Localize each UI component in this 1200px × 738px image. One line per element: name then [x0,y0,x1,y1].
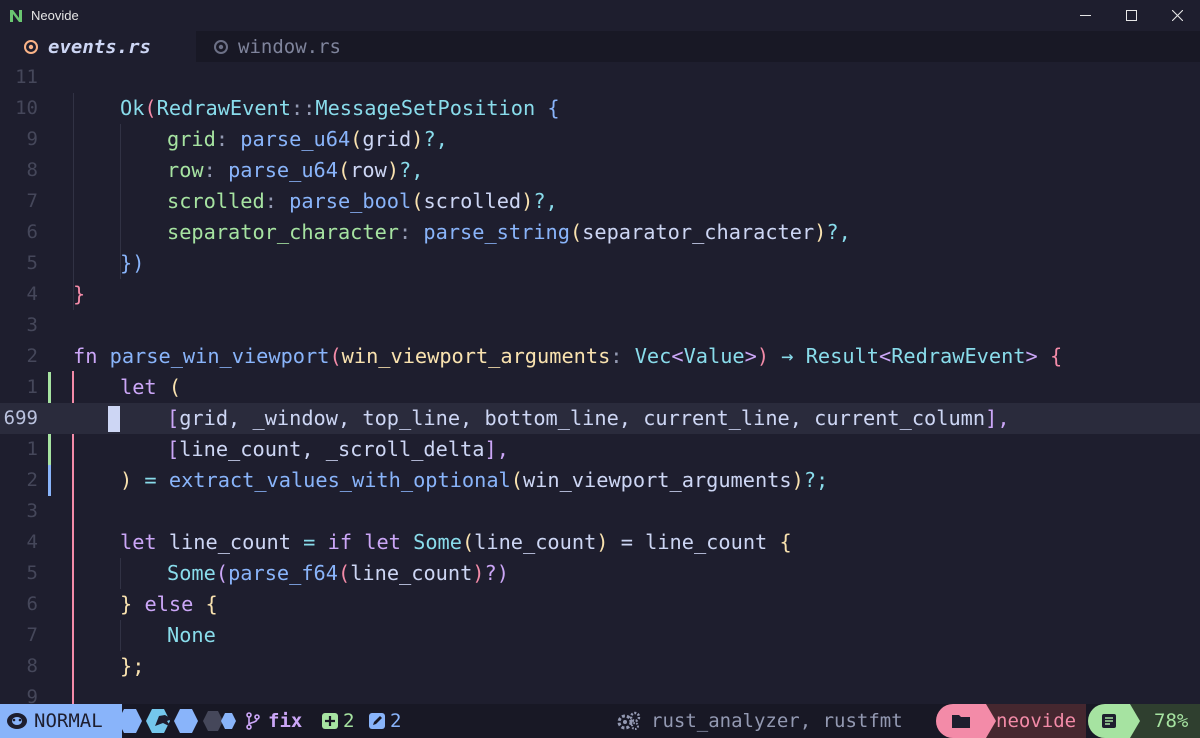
code-text: } else { [120,592,218,616]
window-title: Neovide [31,8,79,23]
line-number: 7 [26,624,38,646]
status-line: NORMAL fix 2 2 rust_analyzer, rustfmt ne… [0,704,1200,738]
mode-label: NORMAL [34,710,103,732]
code-text: let ( [120,375,182,399]
bird-icon [153,704,175,738]
code-line: 8 }; [0,651,1200,682]
line-number: 10 [15,97,38,119]
git-changed-count: 2 [368,704,401,738]
neovide-logo-icon [9,9,23,23]
line-number: 3 [26,314,38,336]
code-text: separator_character: parse_string(separa… [167,220,851,244]
line-number: 3 [26,500,38,522]
code-text: Some(parse_f64(line_count)?) [167,561,509,585]
scroll-percent: 78% [1154,710,1189,732]
added-count: 2 [343,710,355,732]
mode-indicator: NORMAL [0,704,122,738]
editor-buffer[interactable]: 11 10 Ok(RedrawEvent::MessageSetPosition… [0,62,1200,704]
percent-segment: 78% [1088,704,1200,738]
line-number: 8 [26,159,38,181]
code-text: row: parse_u64(row)?, [167,158,424,182]
pencil-square-icon [368,712,386,730]
code-line: 7 None [0,620,1200,651]
code-line: 6 } else { [0,589,1200,620]
line-number: 7 [26,190,38,212]
title-bar: Neovide [0,0,1200,31]
line-number: 9 [26,128,38,150]
code-text: scrolled: parse_bool(scrolled)?, [167,189,558,213]
code-text: } [73,282,86,306]
code-line: 8 row: parse_u64(row)?, [0,155,1200,186]
tab-label: events.rs [48,35,151,58]
code-line: 1 [line_count, _scroll_delta], [0,434,1200,465]
code-line: 5 }) [0,248,1200,279]
code-line: 7 scrolled: parse_bool(scrolled)?, [0,186,1200,217]
minimize-button[interactable] [1062,0,1108,31]
text-cursor [108,406,120,432]
close-button[interactable] [1154,0,1200,31]
code-text: }) [120,251,145,275]
branch-name: fix [268,710,303,732]
line-number: 1 [26,438,38,460]
rust-icon [214,39,228,54]
code-line: 3 [0,496,1200,527]
tab-label: window.rs [238,35,341,58]
code-text: ) = extract_values_with_optional(win_vie… [120,468,829,492]
line-number: 1 [26,376,38,398]
code-text: fn parse_win_viewport(win_viewport_argum… [73,344,1063,368]
code-line: 1 let ( [0,372,1200,403]
lsp-names: rust_analyzer, rustfmt [651,710,903,732]
line-number: 5 [26,562,38,584]
rust-icon [24,39,38,54]
code-line: 6 separator_character: parse_string(sepa… [0,217,1200,248]
git-branch[interactable]: fix [246,704,302,738]
git-branch-icon [246,712,260,730]
line-number: 6 [26,221,38,243]
line-number: 2 [26,469,38,491]
folder-icon [936,704,986,738]
code-text: [line_count, _scroll_delta], [167,437,509,461]
code-line: 3 [0,310,1200,341]
project-segment[interactable]: neovide [936,704,1086,738]
vim-icon [6,712,28,730]
code-text: grid: parse_u64(grid)?, [167,127,448,151]
plus-square-icon [321,712,339,730]
maximize-button[interactable] [1108,0,1154,31]
project-name: neovide [996,710,1077,732]
code-text: None [167,623,216,647]
line-number: 8 [26,655,38,677]
code-line: 9 grid: parse_u64(grid)?, [0,124,1200,155]
line-number: 11 [15,66,38,88]
hex-separator [118,709,236,733]
changed-count: 2 [390,710,402,732]
line-number: 2 [26,345,38,367]
code-line: 4 } [0,279,1200,310]
line-number: 6 [26,593,38,615]
code-line: 10 Ok(RedrawEvent::MessageSetPosition { [0,93,1200,124]
lsp-clients[interactable]: rust_analyzer, rustfmt [617,704,903,738]
code-text: }; [120,654,145,678]
code-text: let line_count = if let Some(line_count)… [120,530,792,554]
git-added-count: 2 [321,704,354,738]
line-number: 5 [26,252,38,274]
tab-events-rs[interactable]: events.rs [0,31,210,62]
code-line: 2 ) = extract_values_with_optional(win_v… [0,465,1200,496]
code-line: 4 let line_count = if let Some(line_coun… [0,527,1200,558]
code-text: [grid, _window, top_line, bottom_line, c… [167,406,1010,430]
code-line: 5 Some(parse_f64(line_count)?) [0,558,1200,589]
cursor-line: 699 [grid, _window, top_line, bottom_lin… [0,403,1200,434]
tab-window-rs[interactable]: window.rs [196,31,380,62]
tab-bar: events.rs window.rs [0,31,1200,62]
code-text: Ok(RedrawEvent::MessageSetPosition { [120,96,560,120]
line-number: 4 [26,283,38,305]
code-line: 9 [0,682,1200,704]
code-line: 2 fn parse_win_viewport(win_viewport_arg… [0,341,1200,372]
code-line: 11 [0,62,1200,93]
current-line-number: 699 [3,407,38,429]
line-number: 4 [26,531,38,553]
gears-icon [617,711,641,731]
line-number: 9 [26,686,38,704]
file-text-icon [1088,704,1130,738]
